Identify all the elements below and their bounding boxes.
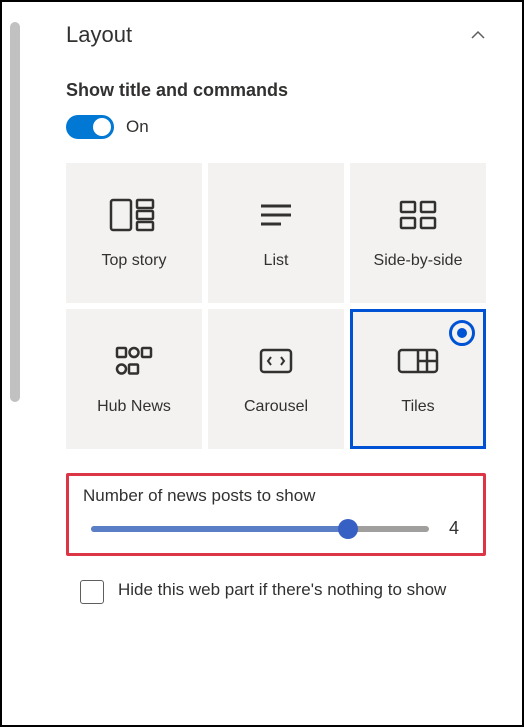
layout-panel: Layout Show title and commands On Top st… <box>2 2 522 624</box>
toggle-thumb <box>93 118 111 136</box>
slider-fill <box>91 526 348 532</box>
chevron-up-icon <box>470 27 486 43</box>
slider-label: Number of news posts to show <box>83 486 469 506</box>
layout-option-label: Tiles <box>401 398 434 416</box>
side-by-side-icon <box>393 196 443 234</box>
highlighted-slider-section: Number of news posts to show 4 <box>66 473 486 556</box>
title-commands-toggle[interactable] <box>66 115 114 139</box>
layout-option-label: Hub News <box>97 398 171 416</box>
layout-option-label: Side-by-side <box>374 252 463 270</box>
layout-option-carousel[interactable]: Carousel <box>208 309 344 449</box>
section-header[interactable]: Layout <box>66 22 486 48</box>
layout-options-grid: Top story List Side-by-side <box>66 163 486 449</box>
carousel-icon <box>251 342 301 380</box>
selected-radio-icon <box>449 320 475 346</box>
layout-option-side-by-side[interactable]: Side-by-side <box>350 163 486 303</box>
layout-option-label: Top story <box>102 252 167 270</box>
slider-value: 4 <box>449 518 469 539</box>
toggle-state-label: On <box>126 117 149 137</box>
list-icon <box>251 196 301 234</box>
posts-count-slider[interactable] <box>91 526 429 532</box>
layout-option-label: List <box>264 252 289 270</box>
layout-option-label: Carousel <box>244 398 308 416</box>
slider-thumb[interactable] <box>338 519 358 539</box>
scrollbar[interactable] <box>10 22 20 402</box>
tiles-icon <box>393 342 443 380</box>
top-story-icon <box>109 196 159 234</box>
layout-option-hub-news[interactable]: Hub News <box>66 309 202 449</box>
layout-option-tiles[interactable]: Tiles <box>350 309 486 449</box>
layout-option-top-story[interactable]: Top story <box>66 163 202 303</box>
layout-option-list[interactable]: List <box>208 163 344 303</box>
toggle-subtitle: Show title and commands <box>66 80 486 101</box>
section-title: Layout <box>66 22 132 48</box>
hide-webpart-label: Hide this web part if there's nothing to… <box>118 578 446 602</box>
hub-news-icon <box>109 342 159 380</box>
hide-webpart-checkbox[interactable] <box>80 580 104 604</box>
